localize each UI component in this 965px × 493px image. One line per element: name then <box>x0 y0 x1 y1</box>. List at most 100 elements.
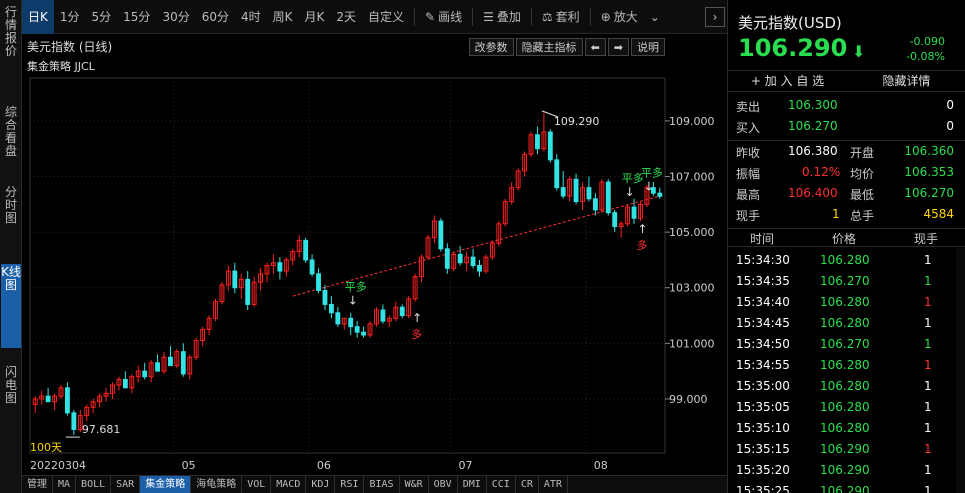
y-tick-label: 105.000 <box>669 226 715 239</box>
indicator-tab-6[interactable]: VOL <box>242 476 272 493</box>
low-label: 97.681 <box>82 423 121 436</box>
indicator-tab-8[interactable]: KDJ <box>306 476 336 493</box>
kline-chart[interactable]: 109.000 107.000 105.000 103.000 101.000 99.00… <box>22 34 727 475</box>
candle-body <box>328 303 334 314</box>
indicator-tab-14[interactable]: CCI <box>487 476 516 493</box>
tick-volume: 1 <box>924 379 932 393</box>
period-tab-10[interactable]: 自定义 <box>362 0 410 34</box>
tick-price: 106.280 <box>820 358 870 372</box>
nav-item-4[interactable]: 闪电图 <box>1 364 21 426</box>
candle-body <box>657 192 663 197</box>
candle-body <box>444 248 450 269</box>
chart-button-4[interactable]: 说明 <box>631 38 665 56</box>
tick-price: 106.280 <box>820 316 870 330</box>
indicator-tab-1[interactable]: MA <box>53 476 77 493</box>
stack-icon: ☰ <box>483 9 494 24</box>
tick-volume: 1 <box>924 421 932 435</box>
chart-button-0[interactable]: 改参数 <box>468 38 514 56</box>
indicator-tab-9[interactable]: RSI <box>335 476 365 493</box>
indicator-tab-4[interactable]: 集金策略 <box>140 476 192 493</box>
tick-price: 106.280 <box>820 400 870 414</box>
period-tab-9[interactable]: 2天 <box>330 0 362 34</box>
open-label: 开盘 <box>850 146 875 160</box>
tick-row: 15:34:30 106.280 1 <box>728 249 965 270</box>
indicator-tab-13[interactable]: DMI <box>458 476 487 493</box>
tick-volume: 1 <box>924 442 932 456</box>
tool-label: 放大 <box>613 9 638 24</box>
indicator-tab-5[interactable]: 海龟策略 <box>191 476 243 493</box>
time-header: 时间 <box>750 232 775 246</box>
x-tick-label: 05 <box>182 459 196 472</box>
chart-button-3[interactable]: ➡ <box>607 38 629 56</box>
period-tab-5[interactable]: 60分 <box>196 0 235 34</box>
chart-button-2[interactable]: ⬅ <box>584 38 606 56</box>
add-watchlist-button[interactable]: + 加 入 自 选 <box>728 71 847 91</box>
nav-item-1[interactable]: 综合看盘 <box>1 104 21 164</box>
period-tab-2[interactable]: 5分 <box>86 0 118 34</box>
tool-button-1[interactable]: ☰ 叠加 <box>477 0 527 34</box>
tick-price: 106.290 <box>820 463 870 477</box>
high-low-row: 最高 106.400 最低 106.270 <box>728 183 965 204</box>
tick-row: 15:35:25 106.290 1 <box>728 480 965 493</box>
tick-price: 106.290 <box>820 442 870 456</box>
indicator-tab-16[interactable]: ATR <box>539 476 568 493</box>
open-price: 106.360 <box>904 144 954 158</box>
nav-item-0[interactable]: 行情报价 <box>1 4 21 76</box>
tick-volume: 1 <box>924 316 932 330</box>
candle-body <box>316 273 321 292</box>
nav-item-2[interactable]: 分时图 <box>1 184 21 244</box>
candle-body <box>303 239 309 261</box>
period-tab-8[interactable]: 月K <box>299 0 331 34</box>
tick-row: 15:34:55 106.280 1 <box>728 354 965 375</box>
tool-label: 叠加 <box>496 9 521 24</box>
tool-button-2[interactable]: ⚖ 套利 <box>536 0 586 34</box>
candle-body <box>122 378 128 389</box>
indicator-tab-3[interactable]: SAR <box>111 476 141 493</box>
ticks-header: 时间 价格 现手 <box>728 228 965 247</box>
tick-price: 106.270 <box>820 274 870 288</box>
sell-row: 卖出 106.300 0 <box>728 95 965 116</box>
tool-button-0[interactable]: ✎ 画线 <box>419 0 468 34</box>
indicator-tab-15[interactable]: CR <box>516 476 539 493</box>
tick-row: 15:35:05 106.280 1 <box>728 396 965 417</box>
chart-button-1[interactable]: 隐藏主指标 <box>515 38 583 56</box>
candle-body <box>232 270 238 289</box>
avg-label: 均价 <box>850 167 875 181</box>
indicator-tab-2[interactable]: BOLL <box>76 476 112 493</box>
period-tab-7[interactable]: 周K <box>267 0 299 34</box>
tool-button-3[interactable]: ⊕ 放大 <box>595 0 644 34</box>
chevron-down-icon[interactable]: ⌄ <box>644 0 666 34</box>
candle-body <box>605 181 611 214</box>
period-tab-4[interactable]: 30分 <box>156 0 195 34</box>
period-tab-3[interactable]: 15分 <box>117 0 156 34</box>
candle-body <box>457 253 463 264</box>
hide-detail-button[interactable]: 隐藏详情 <box>847 71 965 91</box>
prev-close: 106.380 <box>788 144 838 158</box>
period-toolbar: 日K 1分 5分 15分 30分 60分 4时 周K 月K 2天 自定义 ✎ 画线 ☰ 叠加 ⚖ 套利 ⊕ 放大 ⌄ › <box>22 0 727 34</box>
indicator-tab-7[interactable]: MACD <box>271 476 307 493</box>
candle-body <box>348 317 354 328</box>
period-tab-0[interactable]: 日K <box>22 0 54 34</box>
strategy-label: 集金策略 JJCL <box>27 60 95 73</box>
signal-label: 平多 <box>345 279 367 293</box>
nav-item-3[interactable]: K线图 <box>1 264 21 348</box>
candle-body <box>277 262 283 272</box>
tick-scrollbar[interactable] <box>956 248 965 493</box>
high-price: 106.400 <box>788 186 838 200</box>
indicator-tab-0[interactable]: 管理 <box>22 476 53 493</box>
signal-label: 多 <box>636 238 647 252</box>
period-tab-1[interactable]: 1分 <box>54 0 86 34</box>
period-tab-6[interactable]: 4时 <box>235 0 267 34</box>
indicator-tab-11[interactable]: W&R <box>400 476 429 493</box>
tick-row: 15:35:00 106.280 1 <box>728 375 965 396</box>
next-arrow-button[interactable]: › <box>705 7 725 27</box>
indicator-tab-10[interactable]: BIAS <box>364 476 400 493</box>
down-arrow-icon: ⬇ <box>852 42 866 61</box>
toolbar-separator <box>530 7 532 26</box>
sell-volume: 0 <box>946 98 954 112</box>
total-vol: 4584 <box>923 207 954 221</box>
chart-header: 美元指数 (日线) 集金策略 JJCL 改参数 隐藏主指标 ⬅ ➡ 说明 <box>22 34 727 78</box>
indicator-tab-12[interactable]: OBV <box>429 476 458 493</box>
tick-volume: 1 <box>924 463 932 477</box>
buy-row: 买入 106.270 0 <box>728 116 965 137</box>
